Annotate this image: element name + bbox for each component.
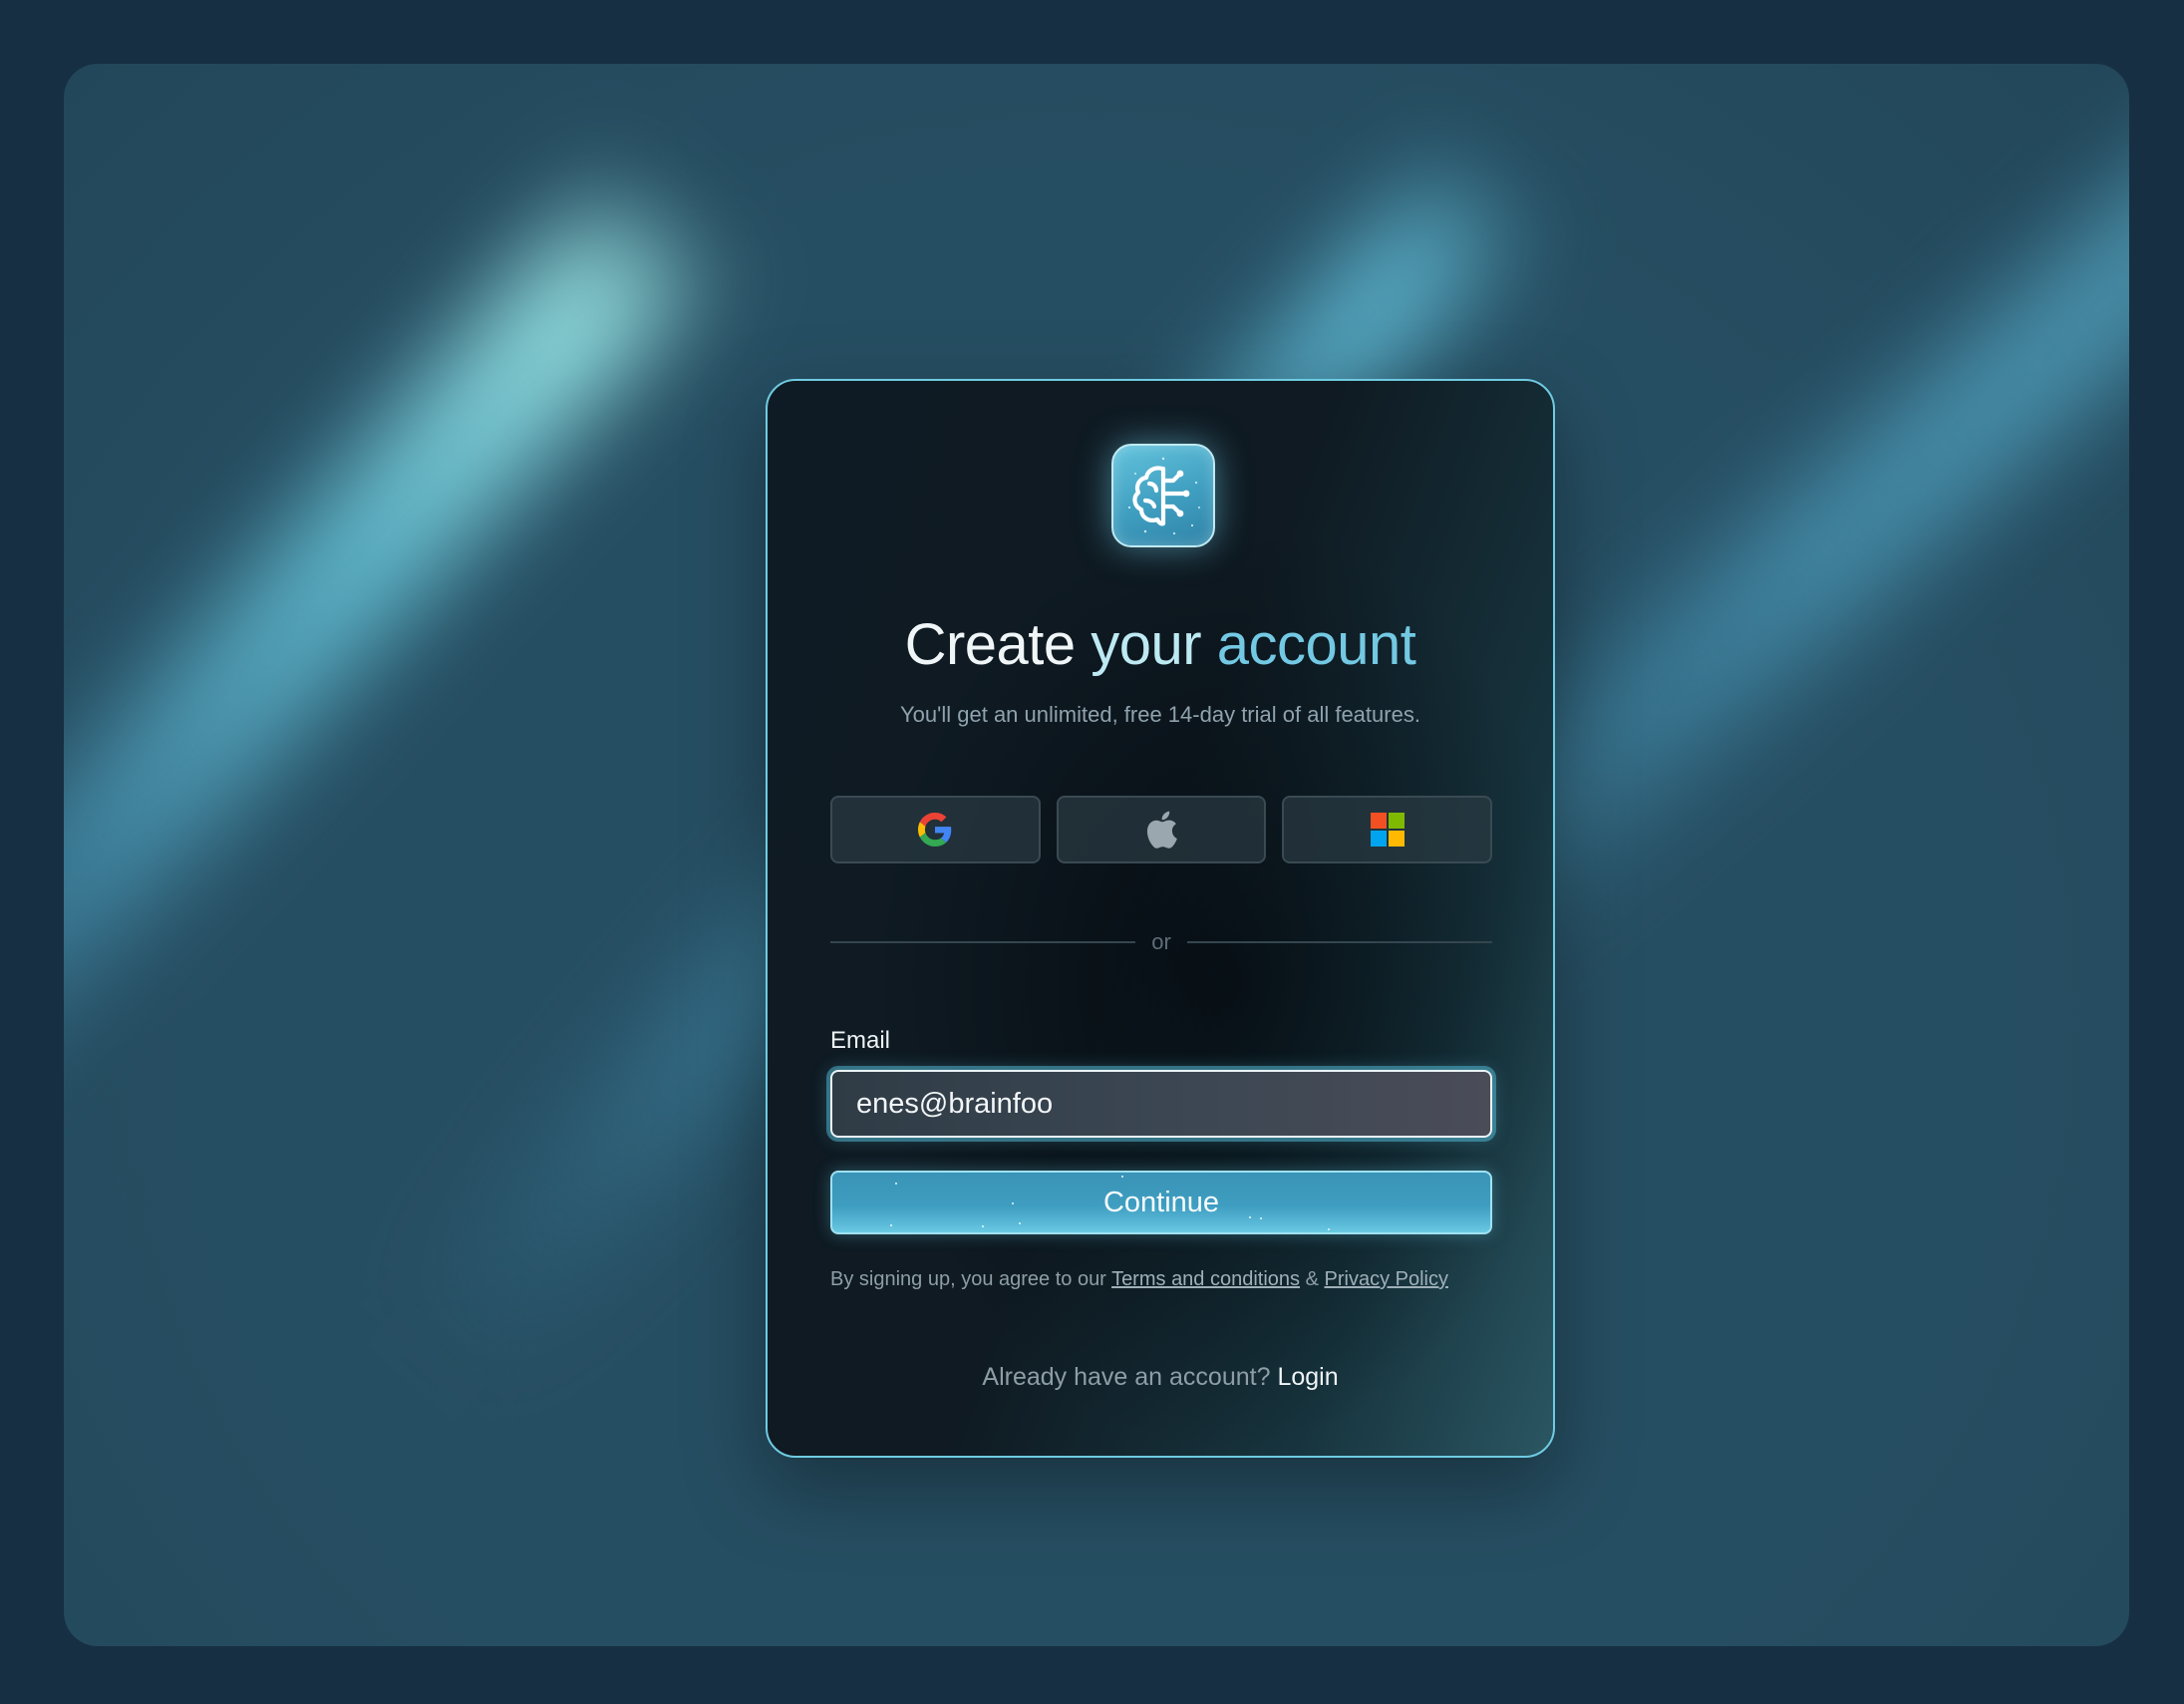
signup-card: Create your account You'll get an unlimi… [766, 379, 1555, 1458]
google-icon [918, 813, 952, 847]
login-prompt: Already have an account? Login [768, 1363, 1553, 1392]
continue-button[interactable]: Continue [830, 1171, 1492, 1234]
sparkle-decoration [1019, 1222, 1021, 1224]
brain-circuit-icon [1111, 444, 1215, 547]
background-panel: Create your account You'll get an unlimi… [64, 64, 2129, 1646]
sparkle-decoration [1012, 1202, 1014, 1204]
subtitle: You'll get an unlimited, free 14-day tri… [900, 702, 1420, 727]
sparkle-decoration [890, 1224, 892, 1226]
email-input[interactable] [830, 1070, 1492, 1138]
legal-notice: By signing up, you agree to our Terms an… [830, 1268, 1492, 1291]
social-login-row [830, 796, 1493, 863]
apple-icon [1146, 811, 1177, 849]
divider-line-right [1186, 941, 1492, 943]
divider-text: or [1151, 929, 1171, 954]
email-label: Email [830, 1027, 891, 1054]
page-title: Create your account [768, 612, 1553, 678]
title-word-create: Create [904, 612, 1077, 677]
google-signin-button[interactable] [830, 796, 1041, 863]
apple-signin-button[interactable] [1056, 796, 1267, 863]
sparkle-decoration [982, 1225, 984, 1227]
sparkle-decoration [895, 1183, 897, 1185]
sparkle-decoration [1328, 1228, 1330, 1230]
light-beam-decoration [64, 172, 716, 1221]
terms-link[interactable]: Terms and conditions [1111, 1268, 1300, 1290]
login-prompt-text: Already have an account? [982, 1363, 1271, 1391]
sparkle-decoration [1249, 1216, 1251, 1218]
or-divider: or [830, 927, 1492, 957]
legal-prefix: By signing up, you agree to our [830, 1268, 1106, 1290]
legal-separator: & [1305, 1268, 1319, 1290]
sparkle-decoration [1121, 1176, 1123, 1178]
title-word-account: account [1216, 612, 1416, 677]
continue-button-label: Continue [1102, 1186, 1220, 1218]
login-link[interactable]: Login [1277, 1363, 1338, 1391]
title-word-your: your [1091, 612, 1202, 677]
brain-circuit-glyph [1127, 457, 1200, 535]
microsoft-icon [1370, 813, 1404, 847]
microsoft-signin-button[interactable] [1282, 796, 1493, 863]
divider-line-left [830, 941, 1136, 943]
sparkle-decoration [1260, 1217, 1262, 1219]
privacy-policy-link[interactable]: Privacy Policy [1325, 1268, 1448, 1290]
